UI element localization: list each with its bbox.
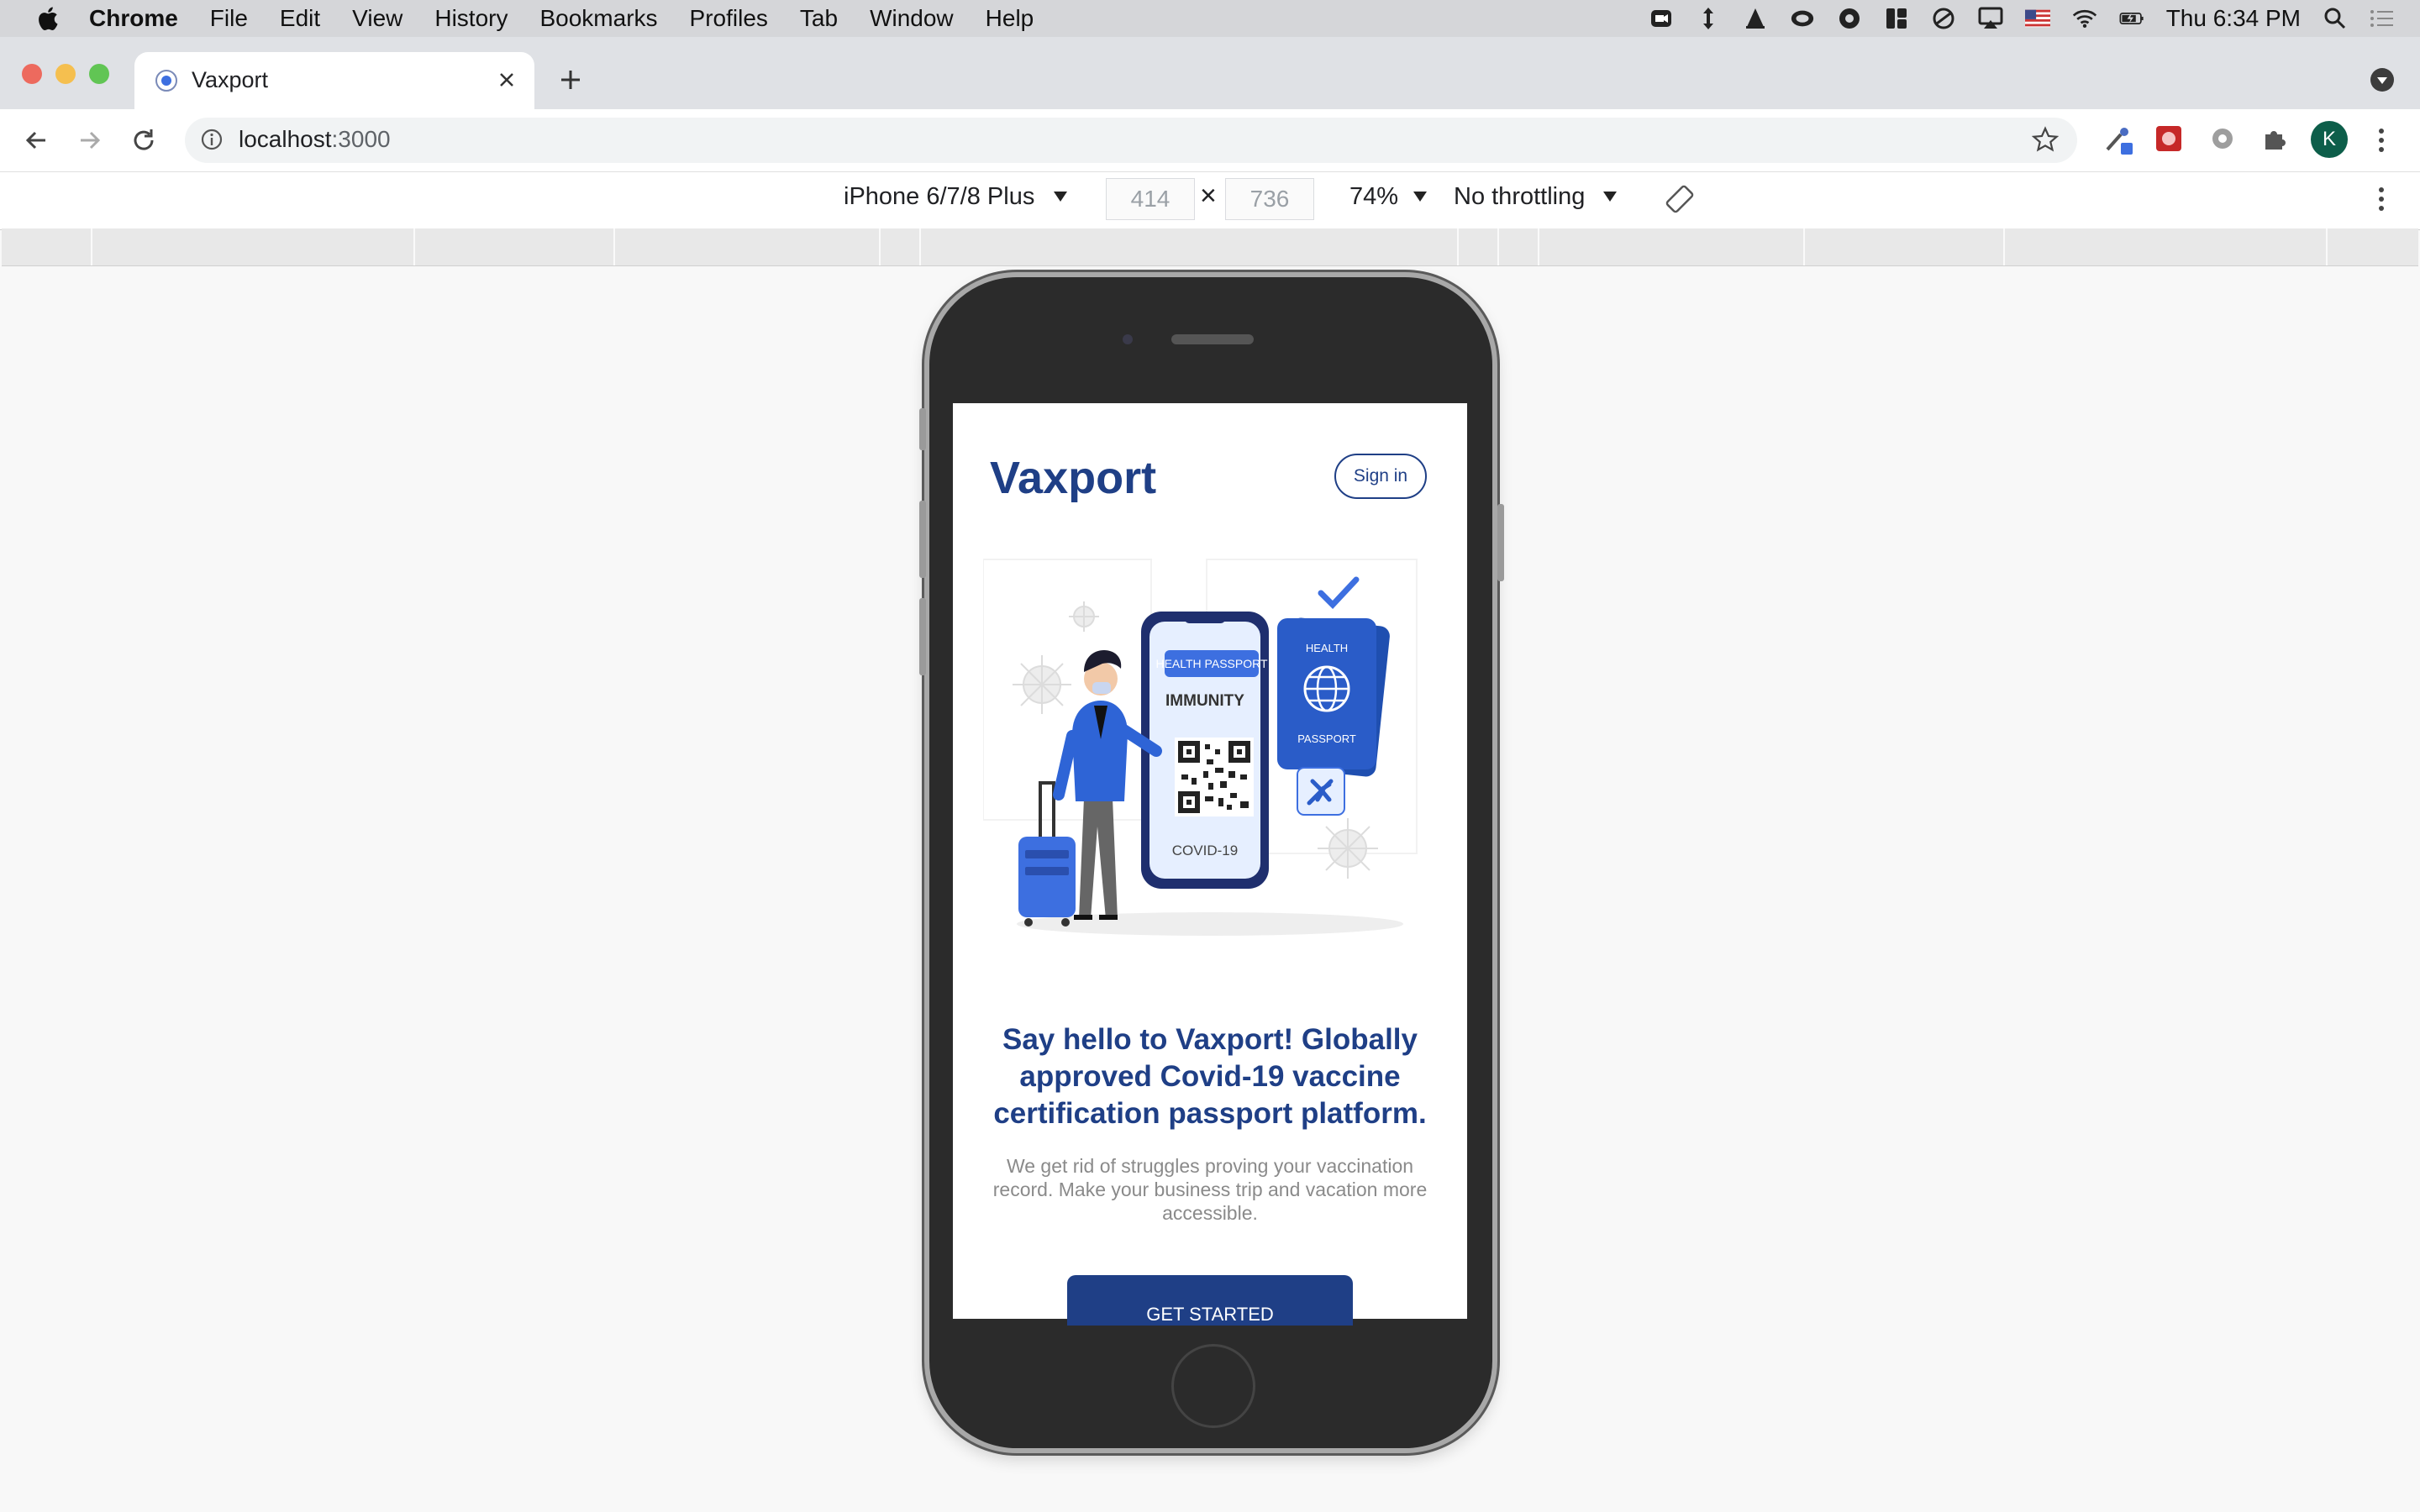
spotlight-search-icon[interactable] [2323, 6, 2348, 31]
menu-profiles[interactable]: Profiles [690, 5, 768, 32]
device-select[interactable]: iPhone 6/7/8 Plus [844, 183, 1034, 211]
earpiece-speaker [1171, 334, 1254, 344]
device-dropdown-icon[interactable] [1052, 190, 1069, 203]
tab-title: Vaxport [192, 67, 269, 92]
ruler-divider [1803, 228, 1805, 265]
grid-app-icon[interactable] [1884, 6, 1909, 31]
get-started-button[interactable]: GET STARTED [1067, 1275, 1353, 1326]
volume-up-button [919, 501, 926, 578]
ruler-divider [2003, 228, 2005, 265]
menu-file[interactable]: File [210, 5, 248, 32]
sign-in-button[interactable]: Sign in [1334, 454, 1427, 499]
chrome-menu-icon[interactable] [2375, 126, 2388, 155]
menu-tab[interactable]: Tab [800, 5, 838, 32]
tab-favicon-icon [155, 70, 177, 92]
address-bar[interactable] [185, 118, 2077, 163]
url-text[interactable]: localhost:3000 [239, 126, 391, 153]
resize-arrows-icon[interactable] [1696, 6, 1721, 31]
hero-badge: HEALTH PASSPORT [1155, 657, 1267, 670]
minimize-window-button[interactable] [55, 64, 76, 84]
airplay-icon[interactable] [1978, 6, 2003, 31]
hero-immunity: IMMUNITY [1165, 692, 1244, 710]
ruler-divider [1497, 228, 1499, 265]
profile-avatar[interactable]: K [2311, 121, 2348, 158]
menu-help[interactable]: Help [986, 5, 1034, 32]
brand-logo[interactable]: Vaxport [990, 452, 1156, 504]
tab-search-icon[interactable] [2370, 67, 2395, 92]
hero-subtext: We get rid of struggles proving your vac… [992, 1155, 1428, 1224]
ruler-divider [91, 228, 92, 265]
control-center-icon[interactable] [2370, 6, 2395, 31]
zoom-app-icon[interactable] [1649, 6, 1674, 31]
menu-app-name[interactable]: Chrome [89, 5, 178, 32]
focus-circle-icon[interactable] [1931, 6, 1956, 31]
ruler-divider [919, 228, 921, 265]
reload-icon[interactable] [129, 126, 158, 155]
wifi-icon[interactable] [2072, 6, 2097, 31]
extension-red-icon[interactable] [2154, 124, 2183, 153]
power-button [1497, 504, 1504, 581]
throttling-select[interactable]: No throttling [1454, 183, 1585, 211]
rotate-device-icon[interactable] [1664, 183, 1696, 215]
zoom-window-button[interactable] [89, 64, 109, 84]
ruler-divider [2326, 228, 2328, 265]
volume-down-button [919, 598, 926, 675]
menu-edit[interactable]: Edit [280, 5, 320, 32]
menu-window[interactable]: Window [870, 5, 954, 32]
hero-covid: COVID-19 [1172, 843, 1238, 858]
dimension-times: × [1200, 180, 1217, 212]
ruler-divider [879, 228, 881, 265]
menu-bookmarks[interactable]: Bookmarks [539, 5, 657, 32]
extension-gear-icon[interactable] [2208, 124, 2237, 153]
qr-code [1175, 738, 1254, 816]
device-toolbar-menu-icon[interactable] [2375, 185, 2388, 213]
macos-menu-bar: Chrome File Edit View History Bookmarks … [0, 0, 2420, 37]
forward-arrow-icon[interactable] [76, 126, 104, 155]
back-arrow-icon[interactable] [22, 126, 50, 155]
hero-passport-top: HEALTH [1306, 642, 1348, 654]
menu-view[interactable]: View [352, 5, 402, 32]
ruler-divider [1457, 228, 1459, 265]
home-button[interactable] [1171, 1344, 1255, 1428]
menu-history[interactable]: History [434, 5, 508, 32]
url-host: localhost [239, 126, 332, 152]
bookmark-star-icon[interactable] [2032, 126, 2059, 153]
throttling-dropdown-icon[interactable] [1602, 190, 1618, 203]
height-input[interactable]: 736 [1225, 178, 1314, 220]
new-tab-icon[interactable] [558, 67, 583, 92]
width-input[interactable]: 414 [1106, 178, 1195, 220]
extension-devtools-icon[interactable] [2102, 124, 2134, 156]
creative-cloud-icon[interactable] [1790, 6, 1815, 31]
sync-app-icon[interactable] [1837, 6, 1862, 31]
us-flag-icon[interactable] [2024, 6, 2050, 31]
clock[interactable]: Thu 6:34 PM [2166, 5, 2301, 32]
ruler-divider [1538, 228, 1539, 265]
hero-headline: Say hello to Vaxport! Globally approved … [993, 1023, 1427, 1130]
front-camera [1123, 334, 1133, 344]
close-window-button[interactable] [22, 64, 42, 84]
battery-icon[interactable] [2119, 6, 2144, 31]
close-tab-icon[interactable] [497, 71, 516, 89]
mute-switch [919, 408, 926, 450]
zoom-dropdown-icon[interactable] [1412, 190, 1428, 203]
url-port: :3000 [331, 126, 391, 152]
site-info-icon[interactable] [200, 128, 224, 151]
ruler-divider [613, 228, 615, 265]
extensions-puzzle-icon[interactable] [2260, 124, 2289, 153]
hero-illustration: HEALTH PASSPORT IMMUNITY COVID-19 HEALTH… [983, 559, 1418, 936]
ruler-divider [413, 228, 415, 265]
hero-passport-bottom: PASSPORT [1297, 732, 1356, 745]
apple-icon[interactable] [34, 3, 64, 34]
media-query-bar[interactable] [2, 228, 2418, 266]
zoom-select[interactable]: 74% [1349, 183, 1398, 211]
vlc-cone-icon[interactable] [1743, 6, 1768, 31]
